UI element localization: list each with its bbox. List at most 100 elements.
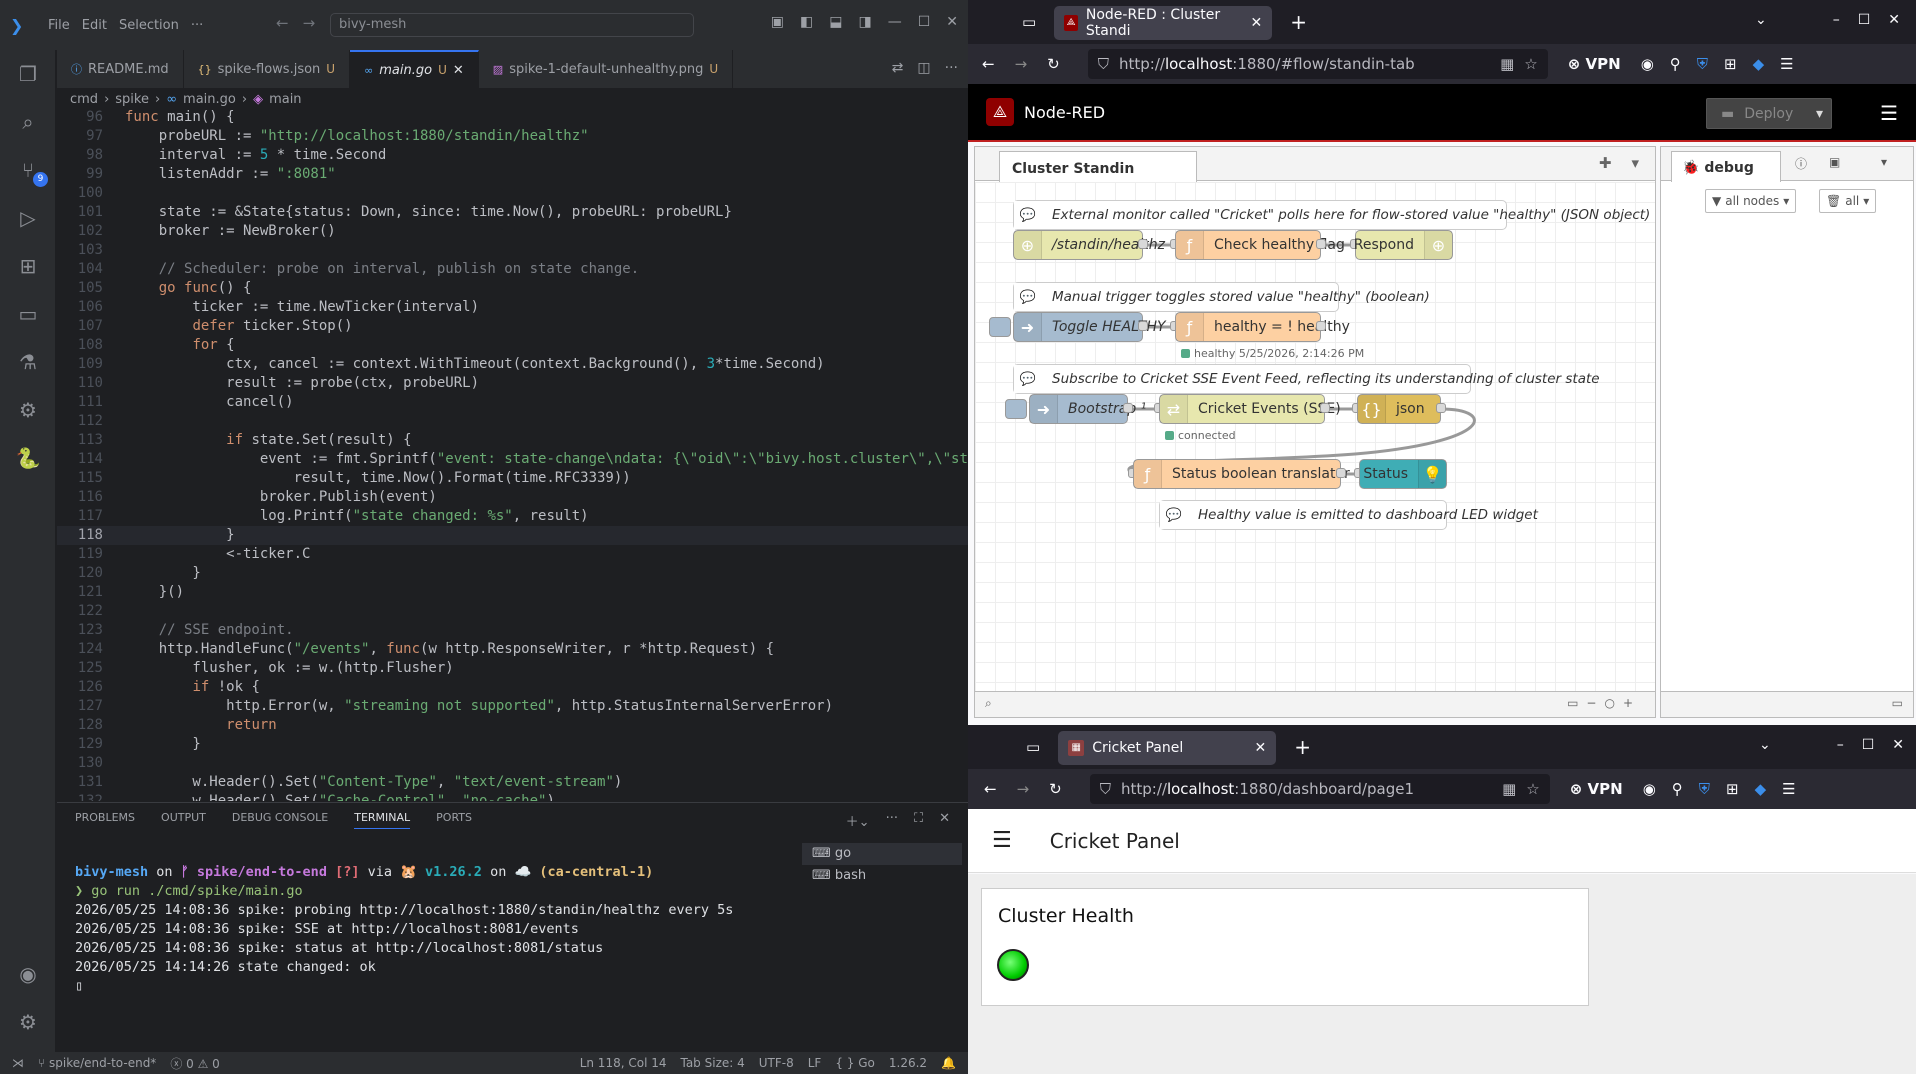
terminal-item-bash[interactable]: ⌨ bash	[802, 865, 962, 887]
code-line[interactable]: 119 <-ticker.C	[57, 545, 968, 564]
code-line[interactable]: 128 return	[57, 716, 968, 735]
terminal-item-go[interactable]: ⌨ go	[802, 843, 962, 865]
minimize-icon[interactable]: —	[888, 14, 902, 30]
command-center-search[interactable]: bivy-mesh	[330, 13, 694, 37]
inject-button[interactable]	[1005, 399, 1027, 419]
close-icon[interactable]: ✕	[1888, 12, 1900, 28]
close-icon[interactable]: ✕	[946, 14, 958, 30]
account-icon[interactable]: ◉	[0, 950, 56, 998]
remote-indicator-icon[interactable]: ⋊	[12, 1056, 24, 1070]
code-line[interactable]: 97 probeURL := "http://localhost:1880/st…	[57, 127, 968, 146]
tab-list-icon[interactable]: ▭	[1026, 738, 1040, 756]
menu-edit[interactable]: Edit	[82, 18, 107, 33]
url-bar[interactable]: ⛉ http://localhost:1880/#flow/standin-ta…	[1087, 49, 1548, 79]
panel-tab-output[interactable]: OUTPUT	[161, 811, 206, 829]
status-encoding[interactable]: UTF-8	[759, 1056, 794, 1070]
code-line[interactable]: 102 broker := NewBroker()	[57, 222, 968, 241]
http-response-node[interactable]: Respond ⊕	[1354, 230, 1453, 260]
comment-node[interactable]: 💬 Manual trigger toggles stored value "he…	[1013, 282, 1430, 312]
code-line[interactable]: 105 go func() {	[57, 279, 968, 298]
extensions-icon[interactable]: ⊞	[0, 242, 56, 290]
tab-close-icon[interactable]: ✕	[1254, 740, 1266, 756]
extensions-icon[interactable]: ⚲	[1672, 780, 1683, 798]
forward-icon[interactable]: →	[1015, 55, 1028, 73]
deploy-dropdown-icon[interactable]: ▾	[1816, 106, 1823, 122]
tab-readme[interactable]: ⓘ README.md	[57, 50, 184, 88]
status-eol[interactable]: LF	[808, 1056, 822, 1070]
search-icon[interactable]: ⌕	[0, 98, 56, 146]
output-port[interactable]	[1123, 403, 1133, 413]
run-debug-icon[interactable]: ▷	[0, 194, 56, 242]
breadcrumb-spike[interactable]: spike	[115, 92, 149, 107]
status-problems[interactable]: ⓧ 0 ⚠ 0	[170, 1055, 220, 1072]
python-icon[interactable]: 🐍	[0, 434, 56, 482]
grid-icon[interactable]: ⊞	[1724, 55, 1737, 73]
code-line[interactable]: 104 // Scheduler: probe on interval, pub…	[57, 260, 968, 279]
browser-tab-dashboard[interactable]: ▦ Cricket Panel ✕	[1058, 731, 1277, 765]
inject-node-bootstrap[interactable]: ➜ Bootstrap ¹	[1029, 394, 1146, 424]
vpn-button[interactable]: ⊗ VPN	[1570, 780, 1623, 798]
output-port[interactable]	[1138, 321, 1148, 331]
url-bar[interactable]: ⛉ http://localhost:1880/dashboard/page1 …	[1089, 774, 1550, 804]
search-icon[interactable]: ⌕	[985, 696, 992, 711]
menu-file[interactable]: File	[48, 18, 70, 33]
pen-icon[interactable]: ◆	[1753, 55, 1765, 73]
sse-client-node[interactable]: ⇄ Cricket Events (SSE)	[1159, 394, 1341, 424]
info-icon[interactable]: ⓘ	[1795, 155, 1807, 172]
code-line[interactable]: 127 http.Error(w, "streaming not support…	[57, 697, 968, 716]
code-line[interactable]: 129 }	[57, 735, 968, 754]
sidebar-right-icon[interactable]: ◨	[858, 14, 871, 30]
tab-close-icon[interactable]: ✕	[453, 63, 464, 78]
code-line[interactable]: 110 result := probe(ctx, probeURL)	[57, 374, 968, 393]
app-menu-icon[interactable]: ☰	[1782, 780, 1795, 798]
popout-icon[interactable]: ▭	[1892, 696, 1903, 710]
code-line[interactable]: 130	[57, 754, 968, 773]
comment-node[interactable]: 💬 External monitor called "Cricket" polls…	[1013, 200, 1650, 230]
account-icon[interactable]: ◉	[1641, 55, 1654, 73]
maximize-icon[interactable]: ☐	[918, 14, 931, 30]
close-panel-icon[interactable]: ✕	[939, 811, 950, 830]
pen-icon[interactable]: ◆	[1755, 780, 1767, 798]
output-port[interactable]	[1436, 403, 1446, 413]
flow-canvas[interactable]: 💬 External monitor called "Cricket" polls…	[975, 182, 1655, 691]
bookmark-star-icon[interactable]: ☆	[1526, 780, 1539, 798]
code-line[interactable]: 114 event := fmt.Sprintf("event: state-c…	[57, 450, 968, 469]
code-line[interactable]: 111 cancel()	[57, 393, 968, 412]
forward-icon[interactable]: →	[1017, 780, 1030, 798]
code-line[interactable]: 101 state := &State{status: Down, since:…	[57, 203, 968, 222]
comment-node[interactable]: 💬 Healthy value is emitted to dashboard L…	[1159, 500, 1538, 530]
tab-png[interactable]: ▨ spike-1-default-unhealthy.png U	[479, 50, 734, 88]
new-tab-icon[interactable]: +	[1294, 735, 1311, 759]
panel-bottom-icon[interactable]: ⬓	[829, 14, 842, 30]
inject-button[interactable]	[989, 317, 1011, 337]
code-line[interactable]: 120 }	[57, 564, 968, 583]
tab-overflow-icon[interactable]: ⌄	[1755, 12, 1767, 28]
more-actions-icon[interactable]: ···	[945, 60, 958, 76]
comment-node[interactable]: 💬 Subscribe to Cricket SSE Event Feed, re…	[1013, 364, 1600, 394]
account-icon[interactable]: ◉	[1643, 780, 1656, 798]
status-branch[interactable]: ⑂ spike/end-to-end*	[38, 1056, 156, 1070]
split-editor-icon[interactable]: ◫	[917, 60, 930, 76]
code-line[interactable]: 96 func main() {	[57, 108, 968, 127]
deploy-button[interactable]: ▬ Deploy ▾	[1706, 98, 1832, 129]
code-line[interactable]: 118 }	[57, 526, 968, 545]
http-in-node[interactable]: ⊕ /standin/healthz	[1013, 230, 1165, 260]
tab-list-icon[interactable]: ▭	[1022, 13, 1036, 31]
reload-icon[interactable]: ↻	[1049, 780, 1062, 798]
code-line[interactable]: 126 if !ok {	[57, 678, 968, 697]
tab-close-icon[interactable]: ✕	[1250, 15, 1262, 31]
output-port[interactable]	[1316, 321, 1326, 331]
notifications-icon[interactable]: 🔔	[941, 1056, 956, 1070]
status-position[interactable]: Ln 118, Col 14	[580, 1056, 667, 1070]
back-icon[interactable]: ←	[982, 55, 995, 73]
code-line[interactable]: 112	[57, 412, 968, 431]
panel-tab-problems[interactable]: PROBLEMS	[75, 811, 135, 829]
breadcrumb-symbol[interactable]: main	[269, 92, 301, 107]
code-line[interactable]: 98 interval := 5 * time.Second	[57, 146, 968, 165]
vpn-button[interactable]: ⊗ VPN	[1568, 55, 1621, 73]
grid-icon[interactable]: ⊞	[1726, 780, 1739, 798]
tab-overflow-icon[interactable]: ⌄	[1759, 737, 1771, 753]
debug-tab[interactable]: 🐞 debug	[1671, 151, 1781, 182]
qr-icon[interactable]: ▦	[1500, 55, 1514, 73]
breadcrumb-cmd[interactable]: cmd	[70, 92, 98, 107]
